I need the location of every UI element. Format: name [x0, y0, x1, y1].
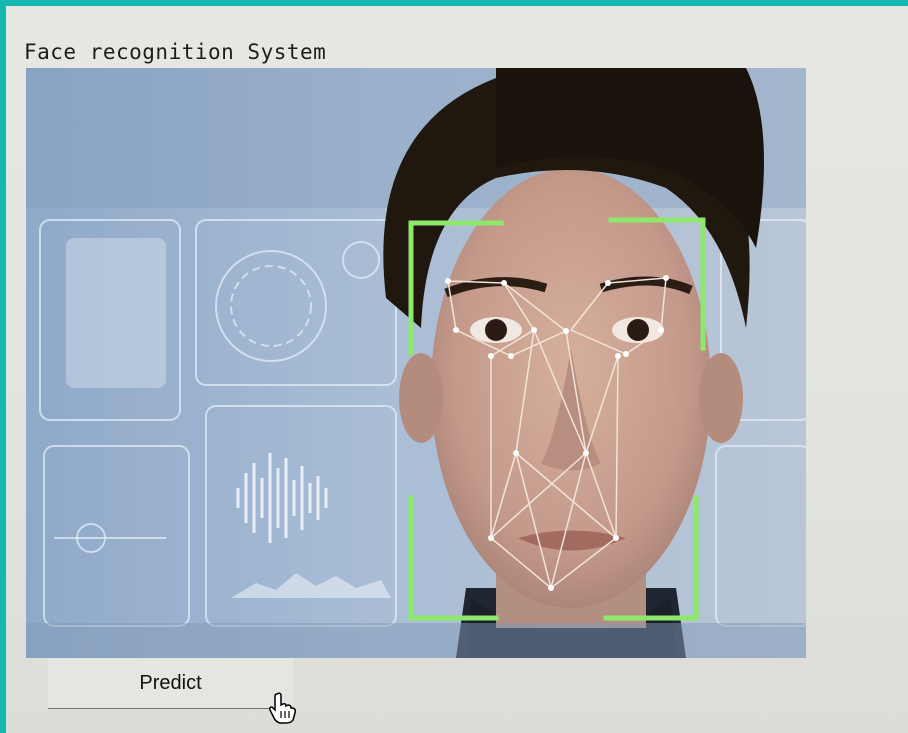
- app-title: Face recognition System: [24, 40, 327, 64]
- app-window: Face recognition System Predict: [6, 6, 908, 733]
- predict-button-label: Predict: [139, 671, 202, 694]
- predict-button[interactable]: Predict: [48, 658, 293, 709]
- hand-pointer-icon: [268, 692, 298, 728]
- face-image: [26, 68, 806, 658]
